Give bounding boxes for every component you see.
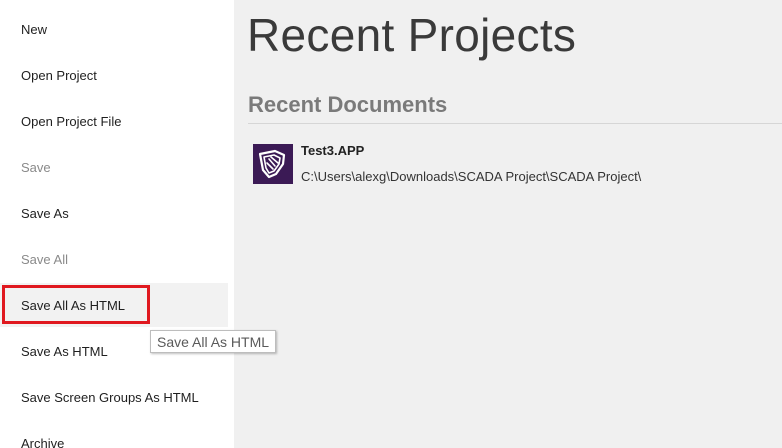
menu-item-save-all[interactable]: Save All bbox=[0, 237, 228, 281]
section-divider bbox=[248, 123, 782, 124]
backstage-view: New Open Project Open Project File Save … bbox=[0, 0, 782, 448]
menu-item-open-project-file[interactable]: Open Project File bbox=[0, 99, 228, 143]
menu-item-save-screen-groups-as-html[interactable]: Save Screen Groups As HTML bbox=[0, 375, 228, 419]
section-title-recent-documents: Recent Documents bbox=[248, 92, 448, 117]
recent-document-item[interactable]: Test3.APP C:\Users\alexg\Downloads\SCADA… bbox=[252, 142, 772, 190]
menu-item-save-all-as-html[interactable]: Save All As HTML bbox=[0, 283, 228, 327]
project-app-icon bbox=[253, 144, 293, 184]
main-content: Recent Projects Recent Documents Test3.A… bbox=[234, 0, 782, 448]
menu-item-save-as[interactable]: Save As bbox=[0, 191, 228, 235]
document-name: Test3.APP bbox=[301, 143, 365, 158]
menu-item-save[interactable]: Save bbox=[0, 145, 228, 189]
page-title: Recent Projects bbox=[247, 9, 577, 61]
menu-item-open-project[interactable]: Open Project bbox=[0, 53, 228, 97]
tooltip: Save All As HTML bbox=[150, 330, 277, 353]
menu-item-new[interactable]: New bbox=[0, 7, 228, 51]
document-path: C:\Users\alexg\Downloads\SCADA Project\S… bbox=[301, 169, 642, 184]
file-menu-sidebar: New Open Project Open Project File Save … bbox=[0, 0, 234, 448]
menu-item-archive[interactable]: Archive bbox=[0, 421, 228, 448]
